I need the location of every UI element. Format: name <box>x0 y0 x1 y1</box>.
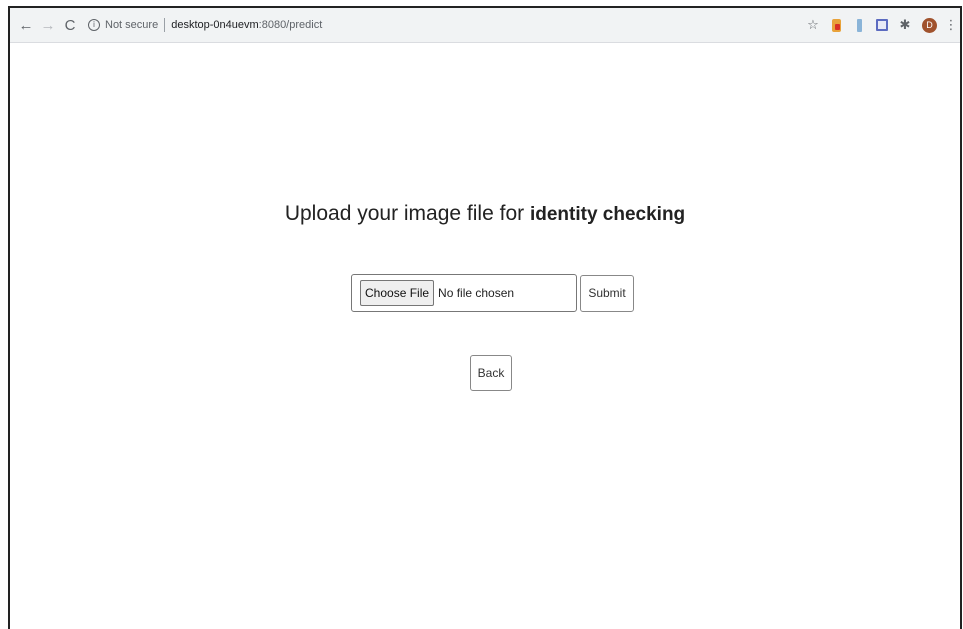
security-label: Not secure <box>105 19 159 31</box>
star-icon[interactable]: ☆ <box>807 17 819 32</box>
url-host: desktop-0n4uevm <box>171 19 259 31</box>
save-icon[interactable] <box>876 18 888 32</box>
avatar[interactable]: D <box>922 17 937 33</box>
title-bold: identity checking <box>529 204 686 225</box>
address-bar[interactable]: i Not secure desktop-0n4uevm:8080/predic… <box>88 13 322 37</box>
choose-file-button[interactable]: Choose File <box>360 280 435 306</box>
forward-arrow-icon[interactable]: → <box>38 14 58 36</box>
reload-icon[interactable]: C <box>60 14 80 36</box>
file-status-text: No file chosen <box>438 286 515 300</box>
back-arrow-icon[interactable]: ← <box>16 14 36 36</box>
submit-button[interactable]: Submit <box>580 274 634 312</box>
extension-icon[interactable] <box>853 18 865 32</box>
url-path: :8080/predict <box>258 19 323 31</box>
back-button[interactable]: Back <box>470 355 512 391</box>
page-content: Upload your image file for identity chec… <box>10 42 960 629</box>
menu-icon[interactable]: ⋮ <box>945 17 958 32</box>
file-input[interactable]: Choose File No file chosen <box>351 274 577 312</box>
puzzle-icon[interactable]: ✱ <box>899 17 911 32</box>
title-regular: Upload your image file for <box>284 202 530 225</box>
address-separator <box>164 18 166 32</box>
page-title: Upload your image file for identity chec… <box>10 202 960 226</box>
upload-form: Choose File No file chosen Submit <box>351 274 634 312</box>
info-icon[interactable]: i <box>88 19 100 31</box>
toolbar-right-icons: ☆ ✱ D ⋮ <box>807 17 960 33</box>
url-text[interactable]: desktop-0n4uevm:8080/predict <box>171 19 322 31</box>
browser-toolbar: ← → C i Not secure desktop-0n4uevm:8080/… <box>10 8 960 43</box>
browser-window: ← → C i Not secure desktop-0n4uevm:8080/… <box>8 6 962 629</box>
extension-icon[interactable] <box>830 18 842 32</box>
